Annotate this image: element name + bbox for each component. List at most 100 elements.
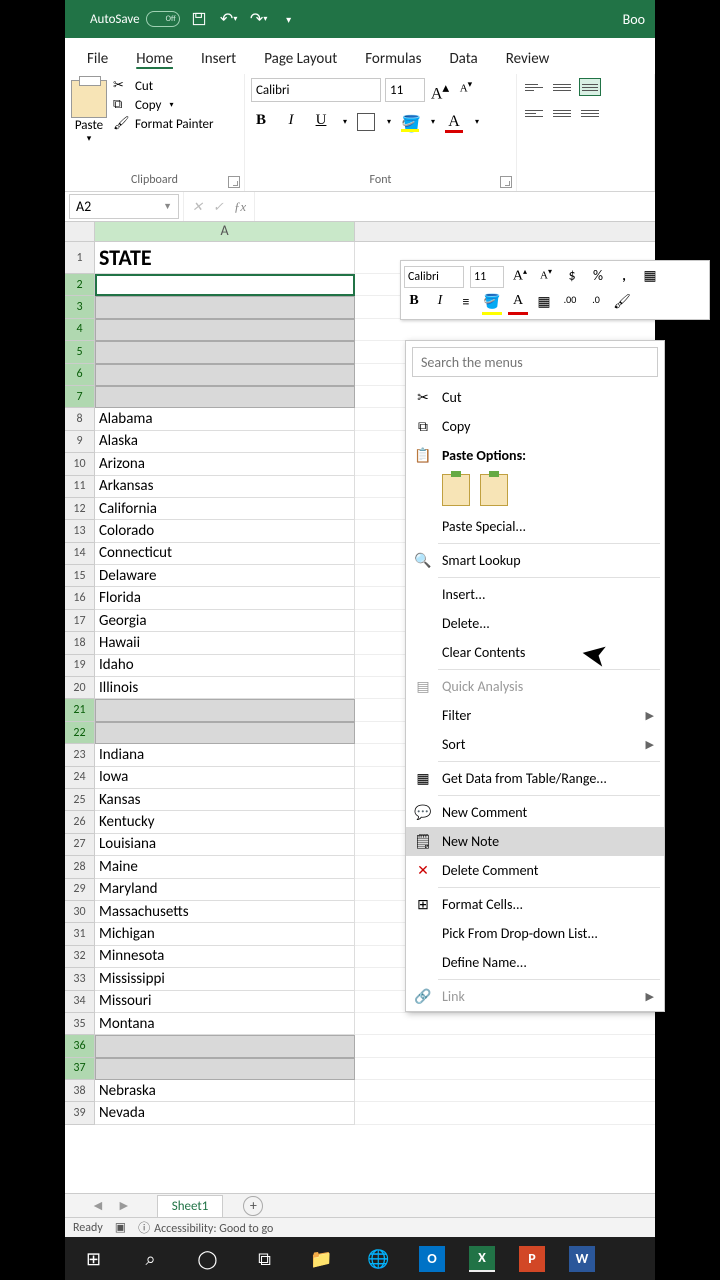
cell-a37[interactable]: [95, 1058, 355, 1080]
row-header[interactable]: 20: [65, 677, 95, 699]
row-header[interactable]: 37: [65, 1058, 95, 1080]
add-sheet-button[interactable]: +: [243, 1196, 263, 1216]
borders-dropdown[interactable]: ▾: [387, 117, 391, 127]
ctx-smart-lookup[interactable]: 🔍Smart Lookup: [406, 546, 664, 575]
row-header[interactable]: 5: [65, 341, 95, 363]
tab-data[interactable]: Data: [435, 42, 491, 74]
mini-table-icon[interactable]: ▦: [640, 267, 660, 287]
cell-a14[interactable]: Connecticut: [95, 543, 355, 565]
cell-a19[interactable]: Idaho: [95, 655, 355, 677]
cell-a1[interactable]: STATE: [95, 242, 355, 274]
row-header[interactable]: 32: [65, 946, 95, 968]
mini-decrease-font-icon[interactable]: A▾: [536, 267, 556, 287]
paste-dropdown[interactable]: ▾: [71, 133, 107, 144]
tab-formulas[interactable]: Formulas: [351, 42, 435, 74]
row-header[interactable]: 1: [65, 242, 95, 274]
mini-bold-button[interactable]: B: [404, 293, 424, 313]
cell-a28[interactable]: Maine: [95, 856, 355, 878]
align-top-icon[interactable]: [523, 78, 545, 96]
increase-font-icon[interactable]: A▴: [429, 79, 451, 101]
cell-a34[interactable]: Missouri: [95, 991, 355, 1013]
column-headers-rest[interactable]: [355, 222, 655, 242]
mini-font-color-button[interactable]: A: [508, 293, 528, 313]
excel-icon[interactable]: X: [457, 1237, 507, 1280]
ctx-sort[interactable]: Sort▶: [406, 730, 664, 759]
cells-rest[interactable]: [355, 1102, 655, 1124]
ctx-filter[interactable]: Filter▶: [406, 701, 664, 730]
copy-button[interactable]: ⧉Copy▾: [113, 97, 238, 113]
mini-borders-button[interactable]: ▦: [534, 293, 554, 313]
cell-a4[interactable]: [95, 319, 355, 341]
cell-a15[interactable]: Delaware: [95, 565, 355, 587]
row-header[interactable]: 38: [65, 1080, 95, 1102]
save-icon[interactable]: [188, 8, 210, 30]
mini-percent-icon[interactable]: %: [588, 267, 608, 287]
cell-a26[interactable]: Kentucky: [95, 811, 355, 833]
sheet-nav-next[interactable]: ►: [111, 1197, 137, 1214]
align-right-icon[interactable]: [579, 104, 601, 122]
word-icon[interactable]: W: [557, 1237, 607, 1280]
cells-rest[interactable]: [355, 1058, 655, 1080]
row-header[interactable]: 9: [65, 431, 95, 453]
cell-a6[interactable]: [95, 364, 355, 386]
align-center-icon[interactable]: [551, 104, 573, 122]
tab-insert[interactable]: Insert: [187, 42, 250, 74]
row-header[interactable]: 35: [65, 1013, 95, 1035]
row-header[interactable]: 13: [65, 520, 95, 542]
undo-icon[interactable]: ↶ ▾: [218, 8, 240, 30]
ctx-delete-comment[interactable]: ✕Delete Comment: [406, 856, 664, 885]
format-painter-button[interactable]: 🖌Format Painter: [113, 116, 238, 132]
cell-a21[interactable]: [95, 699, 355, 721]
align-middle-icon[interactable]: [551, 78, 573, 96]
ctx-get-data[interactable]: ▦Get Data from Table/Range...: [406, 764, 664, 793]
align-bottom-icon[interactable]: [579, 78, 601, 96]
name-box[interactable]: A2▼: [69, 194, 179, 219]
tab-file[interactable]: File: [73, 42, 122, 74]
ctx-define-name[interactable]: Define Name...: [406, 948, 664, 977]
macro-record-icon[interactable]: ▣: [115, 1220, 126, 1235]
tab-review[interactable]: Review: [492, 42, 564, 74]
row-header[interactable]: 21: [65, 699, 95, 721]
cell-a5[interactable]: [95, 341, 355, 363]
tab-home[interactable]: Home: [122, 42, 187, 74]
start-button[interactable]: ⊞: [65, 1237, 122, 1280]
mini-font-select[interactable]: [404, 266, 464, 288]
row-header[interactable]: 26: [65, 811, 95, 833]
row-header[interactable]: 16: [65, 587, 95, 609]
font-color-dropdown[interactable]: ▾: [475, 117, 479, 127]
ctx-format-cells[interactable]: ⊞Format Cells...: [406, 890, 664, 919]
cancel-icon[interactable]: ✕: [192, 199, 203, 215]
font-name-select[interactable]: [251, 78, 381, 102]
mini-increase-font-icon[interactable]: A▴: [510, 267, 530, 287]
row-header[interactable]: 33: [65, 968, 95, 990]
cells-rest[interactable]: [355, 1080, 655, 1102]
bold-button[interactable]: B: [251, 112, 271, 132]
sheet-tab[interactable]: Sheet1: [157, 1195, 224, 1217]
decrease-font-icon[interactable]: A▾: [455, 79, 477, 101]
cell-a30[interactable]: Massachusetts: [95, 901, 355, 923]
powerpoint-icon[interactable]: P: [507, 1237, 557, 1280]
paste-option-values[interactable]: [480, 474, 508, 506]
clipboard-dialog-launcher[interactable]: [228, 176, 240, 188]
cell-a18[interactable]: Hawaii: [95, 632, 355, 654]
ctx-paste-special[interactable]: Paste Special...: [406, 512, 664, 541]
row-header[interactable]: 34: [65, 991, 95, 1013]
row-header[interactable]: 36: [65, 1035, 95, 1057]
enter-icon[interactable]: ✓: [213, 199, 224, 215]
row-header[interactable]: 31: [65, 923, 95, 945]
row-header[interactable]: 19: [65, 655, 95, 677]
row-header[interactable]: 7: [65, 386, 95, 408]
file-explorer-icon[interactable]: 📁: [293, 1237, 350, 1280]
align-left-icon[interactable]: [523, 104, 545, 122]
row-header[interactable]: 18: [65, 632, 95, 654]
cell-a20[interactable]: Illinois: [95, 677, 355, 699]
mini-format-painter-icon[interactable]: 🖌: [612, 293, 632, 313]
cell-a24[interactable]: Iowa: [95, 767, 355, 789]
mini-align-icon[interactable]: ≡: [456, 293, 476, 313]
row-header[interactable]: 8: [65, 408, 95, 430]
row-header[interactable]: 22: [65, 722, 95, 744]
cell-a32[interactable]: Minnesota: [95, 946, 355, 968]
mini-currency-icon[interactable]: $: [562, 267, 582, 287]
cell-a38[interactable]: Nebraska: [95, 1080, 355, 1102]
row-header[interactable]: 28: [65, 856, 95, 878]
